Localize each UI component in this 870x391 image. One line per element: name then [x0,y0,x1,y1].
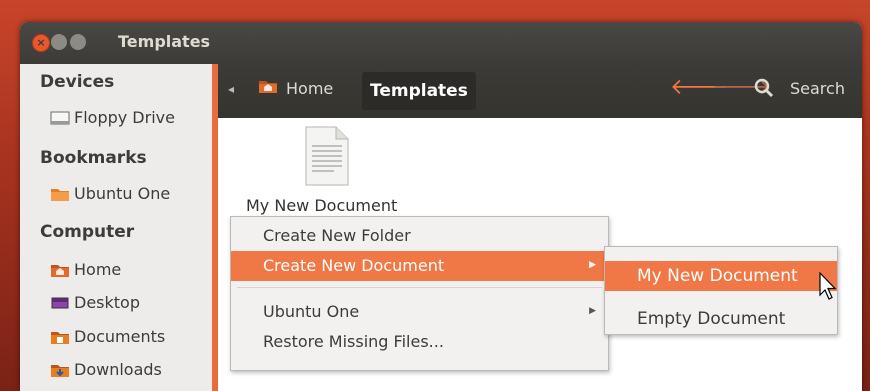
sidebar-heading-bookmarks: Bookmarks [40,148,147,168]
documents-folder-icon [50,329,70,345]
sidebar-heading-computer: Computer [40,222,135,242]
text-document-icon[interactable] [304,126,350,186]
submenu-arrow-icon: ▶ [589,260,596,270]
floppy-drive-icon [50,110,70,126]
menu-item-label: Empty Document [637,309,786,329]
breadcrumb-scroll-left-icon[interactable]: ◂ [228,82,234,96]
home-folder-icon [258,78,278,98]
sidebar-item-label: Documents [74,327,166,346]
title-bar: × Templates [20,22,862,64]
menu-item-label: Ubuntu One [263,302,360,321]
breadcrumb-home[interactable]: Home [258,78,333,98]
menu-item-label: Create New Folder [263,226,411,245]
folder-icon [50,186,70,202]
downloads-folder-icon [50,362,70,378]
minimize-icon[interactable] [51,34,67,50]
menu-item-label: My New Document [637,266,798,286]
submenu-arrow-icon: ▶ [589,306,596,316]
file-name-label[interactable]: My New Document [246,196,397,215]
maximize-icon[interactable] [70,34,86,50]
breadcrumb-templates[interactable]: Templates [362,72,476,110]
menu-item-label: Create New Document [263,256,445,275]
sidebar-item-label: Ubuntu One [74,184,171,203]
submenu: My New Document Empty Document [604,246,838,335]
menu-item-label: Restore Missing Files... [263,332,444,351]
menu-item-create-new-document[interactable]: Create New Document ▶ [231,251,608,281]
window-title: Templates [118,32,211,51]
sidebar-item-label: Desktop [74,293,140,312]
sidebar-item-label: Downloads [74,360,162,379]
menu-item-restore-missing-files[interactable]: Restore Missing Files... [231,327,608,357]
submenu-item-my-new-document[interactable]: My New Document [605,261,837,291]
search-label[interactable]: Search [790,79,845,98]
home-folder-icon [50,262,70,278]
close-icon[interactable]: × [32,34,50,52]
sidebar-item-downloads[interactable]: Downloads [50,360,162,379]
menu-item-ubuntu-one[interactable]: Ubuntu One ▶ [231,297,608,327]
breadcrumb-label: Home [286,78,334,98]
context-menu: Create New Folder Create New Document ▶ … [230,216,609,371]
sidebar: Devices Floppy Drive Bookmarks Ubuntu On… [20,64,212,391]
sidebar-item-ubuntu-one[interactable]: Ubuntu One [50,184,170,203]
sidebar-item-label: Floppy Drive [74,108,175,127]
mouse-cursor-icon [818,271,838,302]
search-icon[interactable] [752,76,776,100]
sidebar-item-label: Home [74,260,122,279]
desktop-icon [50,295,70,311]
sidebar-item-desktop[interactable]: Desktop [50,293,140,312]
sidebar-item-documents[interactable]: Documents [50,327,165,346]
sidebar-heading-devices: Devices [40,72,115,92]
sidebar-item-floppy-drive[interactable]: Floppy Drive [50,108,175,127]
menu-item-create-new-folder[interactable]: Create New Folder [231,221,608,251]
sidebar-item-home[interactable]: Home [50,260,121,279]
submenu-item-empty-document[interactable]: Empty Document [605,304,837,334]
menu-separator [237,287,602,288]
toolbar: ◂ Home Templates 🡐 🡒 Search [218,64,862,118]
